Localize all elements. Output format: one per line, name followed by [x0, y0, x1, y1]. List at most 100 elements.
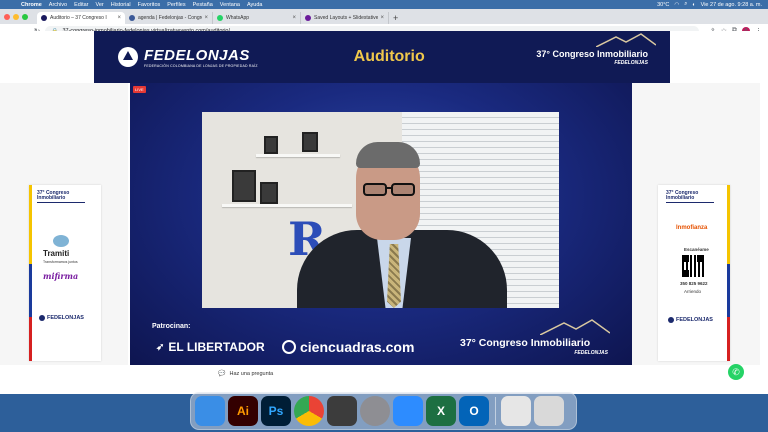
- speaker-hair: [356, 142, 420, 168]
- libertador-wing-icon: ➶: [156, 341, 165, 353]
- video-stage: LIVE R Patrocinan: ➶ EL LIBERTADOR cienc…: [130, 83, 632, 365]
- congreso-logo: 37° Congreso Inmobiliario FEDELONJAS: [536, 32, 657, 66]
- ask-question-button[interactable]: 💬 Haz una pregunta: [218, 370, 274, 378]
- tramiti-icon: [53, 235, 69, 247]
- ask-question-label: Haz una pregunta: [229, 370, 274, 377]
- page-title: Auditorio: [353, 48, 425, 65]
- chrome-icon[interactable]: [294, 396, 324, 426]
- divider: [666, 202, 714, 203]
- outlook-icon[interactable]: O: [459, 396, 489, 426]
- tramiti-logo[interactable]: Tramiti: [43, 249, 69, 258]
- tab-title: Saved Layouts + Slidestatives: [314, 15, 379, 21]
- left-sponsor-panel: 37° Congreso Inmobiliario Tramiti Transf…: [0, 83, 128, 385]
- chat-bubble-icon: 💬: [218, 371, 226, 377]
- roof-icon: [596, 32, 657, 47]
- speaker-video[interactable]: R: [202, 112, 559, 308]
- menu-ventana[interactable]: Ventana: [220, 2, 240, 8]
- photo-frame: [302, 132, 318, 152]
- tab-title: WhatsApp: [226, 15, 250, 21]
- congreso-subtitle: FEDELONJAS: [614, 59, 648, 66]
- inmofianza-logo[interactable]: Inmofianza: [676, 225, 707, 231]
- documents-stack-icon[interactable]: [501, 396, 531, 426]
- close-tab-icon[interactable]: ×: [204, 15, 208, 21]
- brand-name: FEDELONJAS: [144, 46, 250, 64]
- brand-subtitle: FEDERACIÓN COLOMBIANA DE LONJAS DE PROPI…: [144, 63, 258, 68]
- menu-chrome[interactable]: Chrome: [21, 2, 42, 8]
- trash-icon[interactable]: [534, 396, 564, 426]
- congreso-title: 37° Congreso Inmobiliario: [536, 48, 648, 59]
- shelf: [222, 204, 352, 207]
- qr-code[interactable]: [682, 255, 704, 277]
- sponsor1-name: EL LIBERTADOR: [168, 340, 265, 354]
- weather-temp[interactable]: 30°C: [657, 2, 669, 8]
- live-badge: LIVE: [133, 86, 146, 93]
- stage-congreso-title: 37° Congreso Inmobiliario: [460, 337, 591, 349]
- question-bar: [0, 365, 768, 385]
- menu-favoritos[interactable]: Favoritos: [138, 2, 161, 8]
- tab-strip: Auditorio – 37 Congreso I × agenda | Fed…: [0, 9, 768, 24]
- speaker-glasses: [363, 183, 415, 196]
- ciencuadras-ring-icon: [282, 340, 296, 354]
- sponsor-ciencuadras: ciencuadras.com: [282, 339, 414, 355]
- menu-ayuda[interactable]: Ayuda: [247, 2, 263, 8]
- finder-icon[interactable]: [195, 396, 225, 426]
- dock-separator: [495, 397, 496, 425]
- tab-saved-layouts[interactable]: Saved Layouts + Slidestatives ×: [301, 12, 389, 24]
- whatsapp-icon: ✆: [732, 366, 740, 377]
- new-tab-button[interactable]: +: [389, 12, 398, 24]
- inkscape-icon[interactable]: [327, 396, 357, 426]
- system-preferences-icon[interactable]: [360, 396, 390, 426]
- escaneame-label: Escanéame: [684, 247, 709, 252]
- mini-congreso-line2: Inmobiliario: [666, 195, 695, 201]
- tab-agenda[interactable]: agenda | Fedelonjas - Congre ×: [125, 12, 213, 24]
- close-window-button[interactable]: [4, 13, 10, 20]
- zoom-window-button[interactable]: [22, 13, 28, 20]
- close-tab-icon[interactable]: ×: [117, 15, 121, 21]
- stage-congreso-logo: 37° Congreso Inmobiliario FEDELONJAS: [460, 319, 620, 363]
- tab-title: agenda | Fedelonjas - Congre: [138, 15, 203, 21]
- tab-auditorio[interactable]: Auditorio – 37 Congreso I ×: [37, 12, 125, 24]
- menu-editar[interactable]: Editar: [74, 2, 88, 8]
- tab-favicon: [129, 15, 135, 21]
- tab-whatsapp[interactable]: WhatsApp ×: [213, 12, 301, 24]
- fedelonjas-logo-icon: [118, 47, 138, 67]
- sponsor2-name: ciencuadras.com: [300, 339, 415, 355]
- menu-perfiles[interactable]: Perfiles: [167, 2, 185, 8]
- macos-menubar: Chrome Archivo Editar Ver Historial Favo…: [0, 0, 768, 9]
- flag-stripe: [727, 185, 730, 361]
- mini-congreso-logo: 37° Congreso Inmobiliario: [666, 191, 714, 203]
- photo-frame: [260, 182, 278, 204]
- header-banner: FEDELONJAS FEDERACIÓN COLOMBIANA DE LONJ…: [94, 31, 670, 83]
- right-sponsor-panel: 37° Congreso Inmobiliario Inmofianza Esc…: [632, 83, 760, 385]
- photoshop-icon[interactable]: Ps: [261, 396, 291, 426]
- fedelonjas-mini-text: FEDELONJAS: [47, 315, 84, 321]
- tab-title: Auditorio – 37 Congreso I: [50, 15, 107, 21]
- phone-number: 350 825 9622: [680, 281, 708, 286]
- clock[interactable]: Vie 27 de ago. 9:28 a. m.: [701, 2, 762, 8]
- menu-ver[interactable]: Ver: [96, 2, 104, 8]
- roof-icon: [540, 319, 610, 335]
- close-tab-icon[interactable]: ×: [292, 15, 296, 21]
- search-icon[interactable]: ⌕: [684, 1, 687, 8]
- whatsapp-float-button[interactable]: ✆: [728, 364, 744, 380]
- tab-favicon: [41, 15, 47, 21]
- window-controls: [4, 9, 31, 24]
- menu-pestana[interactable]: Pestaña: [193, 2, 213, 8]
- zoom-icon[interactable]: [393, 396, 423, 426]
- minimize-window-button[interactable]: [13, 13, 19, 20]
- photo-frame: [232, 170, 256, 202]
- wifi-icon[interactable]: ◠: [674, 2, 679, 8]
- tramiti-tagline: Transformamos juntos: [43, 260, 78, 264]
- arriendo-logo: Arriendo: [684, 289, 702, 294]
- mifirma-logo[interactable]: mifirma: [43, 271, 78, 281]
- menu-historial[interactable]: Historial: [111, 2, 131, 8]
- illustrator-icon[interactable]: Ai: [228, 396, 258, 426]
- excel-icon[interactable]: X: [426, 396, 456, 426]
- photo-frame: [264, 136, 278, 154]
- left-sponsor-card: 37° Congreso Inmobiliario Tramiti Transf…: [29, 185, 101, 361]
- menu-archivo[interactable]: Archivo: [49, 2, 67, 8]
- control-center-icon[interactable]: ◐: [692, 2, 695, 8]
- brand-block: FEDELONJAS FEDERACIÓN COLOMBIANA DE LONJ…: [144, 47, 258, 68]
- close-tab-icon[interactable]: ×: [380, 15, 384, 21]
- flag-stripe: [29, 185, 32, 361]
